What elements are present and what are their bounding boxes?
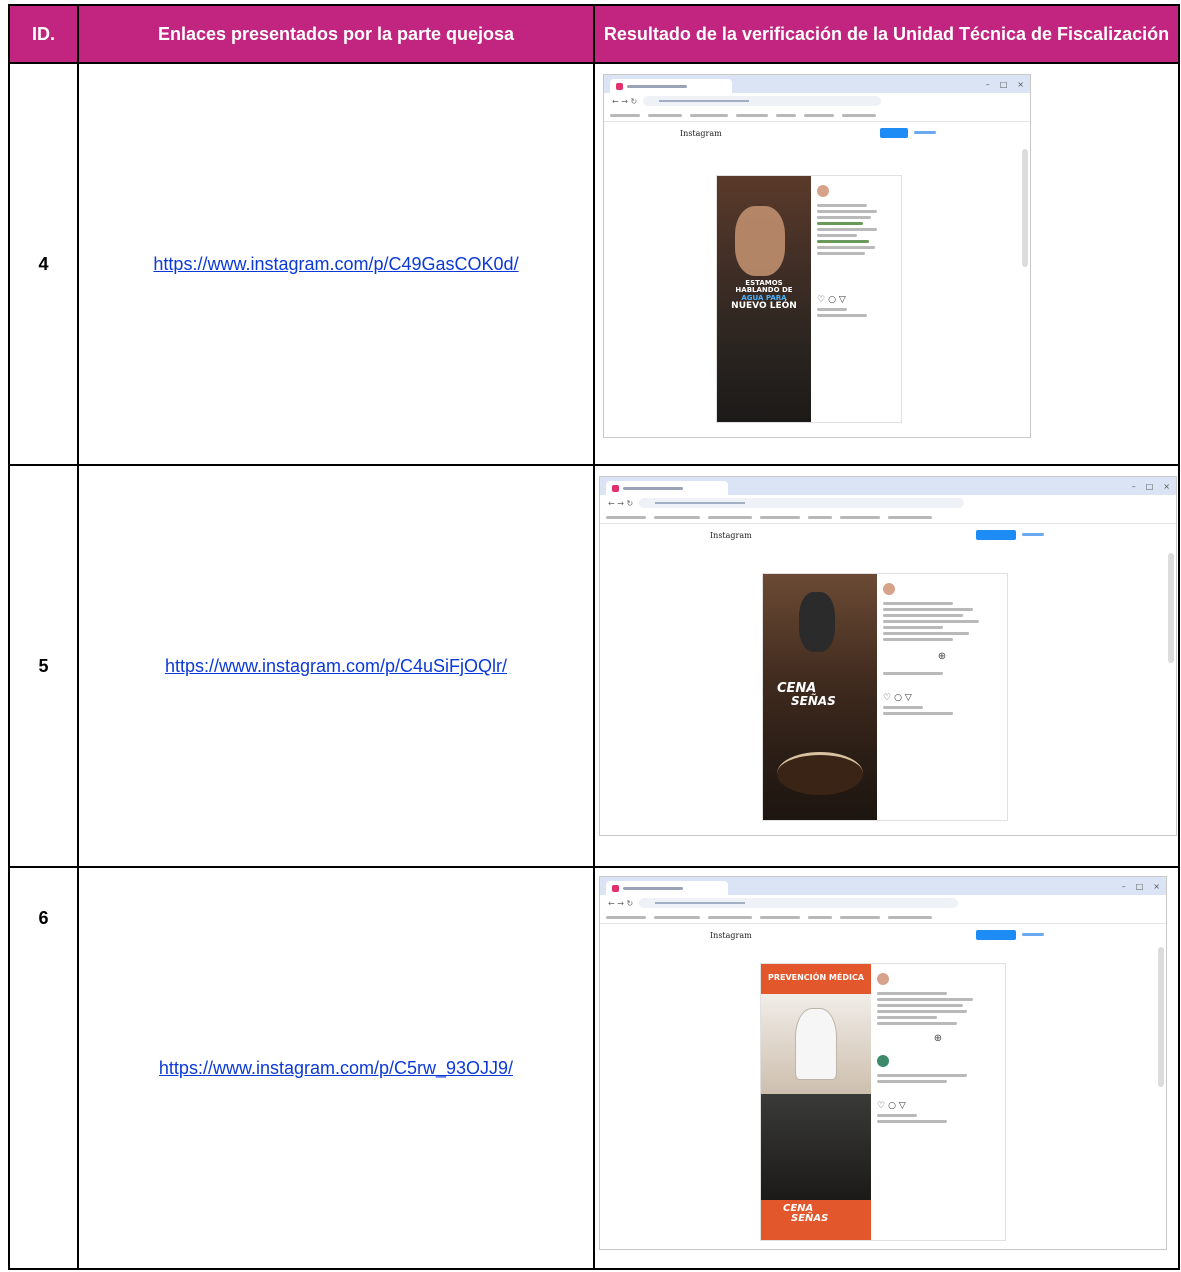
instagram-logo: Instagram [710,931,752,940]
bookmarks-bar [604,109,1030,122]
scrollbar [1158,947,1164,1087]
avatar [883,583,895,595]
address-bar: ← → ↻ [600,895,1166,911]
browser-tabbar: – □ × [604,75,1030,93]
screenshot-cell: – □ × ← → ↻ Instagram [593,464,1180,868]
address-bar: ← → ↻ [604,93,1030,109]
row-id: 4 [8,62,79,466]
post-overlay-text: CENA SEÑAS [783,1203,829,1224]
instagram-logo: Instagram [680,129,722,138]
table-row: 4 https://www.instagram.com/p/C49GasCOK0… [8,62,1180,466]
instagram-post: ESTAMOS HABLANDO DE AGUA PARA NUEVO LEÓN [716,175,902,423]
signup-link-icon [1022,933,1044,936]
browser-screenshot: – □ × ← → ↻ Instagram [599,476,1177,836]
scrollbar [1022,149,1028,267]
header-id: ID. [8,4,79,64]
avatar [877,973,889,985]
instagram-logo: Instagram [710,531,752,540]
post-sidebar: ⊕ ♡○▽ [877,574,1007,820]
instagram-header: Instagram [604,122,1030,144]
table-header-row: ID. Enlaces presentados por la parte que… [8,4,1180,64]
window-controls-icon: – □ × [1121,881,1160,891]
instagram-header: Instagram [600,924,1166,946]
post-overlay-text: ESTAMOS HABLANDO DE AGUA PARA NUEVO LEÓN [731,279,797,312]
post-image: CENA SEÑAS [763,574,877,820]
screenshot-cell: – □ × ← → ↻ Instagram [593,62,1180,466]
evidence-link[interactable]: https://www.instagram.com/p/C4uSiFjOQlr/ [165,654,507,678]
scrollbar [1168,553,1174,663]
browser-screenshot: – □ × ← → ↻ Instagram PREVENCIÓN MÉDICA … [599,876,1167,1250]
login-button-icon [976,530,1016,540]
evidence-link[interactable]: https://www.instagram.com/p/C5rw_93OJJ9/ [159,1056,513,1080]
table-row: 6 https://www.instagram.com/p/C5rw_93OJJ… [8,866,1180,1270]
window-controls-icon: – □ × [985,79,1024,89]
header-links: Enlaces presentados por la parte quejosa [77,4,595,64]
address-bar: ← → ↻ [600,495,1176,511]
header-result: Resultado de la verificación de la Unida… [593,4,1180,64]
signup-link-icon [1022,533,1044,536]
post-overlay-title: PREVENCIÓN MÉDICA [767,973,865,982]
screenshot-cell: – □ × ← → ↻ Instagram PREVENCIÓN MÉDICA … [593,866,1180,1270]
login-button-icon [880,128,908,138]
bookmarks-bar [600,911,1166,924]
signup-link-icon [914,131,936,134]
post-sidebar: ♡○▽ [811,176,901,422]
post-overlay-text: CENA SEÑAS [777,681,836,708]
instagram-favicon-icon [616,82,623,90]
instagram-header: Instagram [600,524,1176,546]
add-comment-icon: ⊕ [933,1033,943,1044]
evidence-link[interactable]: https://www.instagram.com/p/C49GasCOK0d/ [153,252,518,276]
instagram-favicon-icon [612,884,619,892]
login-button-icon [976,930,1016,940]
browser-tabbar: – □ × [600,477,1176,495]
link-cell: https://www.instagram.com/p/C5rw_93OJJ9/ [77,866,595,1270]
post-actions-icon: ♡○▽ [883,693,915,703]
add-comment-icon: ⊕ [937,651,947,662]
post-image: PREVENCIÓN MÉDICA CENA SEÑAS [761,964,871,1240]
post-sidebar: ⊕ ♡○▽ [871,964,1005,1240]
post-actions-icon: ♡○▽ [877,1101,909,1111]
bookmarks-bar [600,511,1176,524]
instagram-post: CENA SEÑAS ⊕ ♡○▽ [762,573,1008,821]
avatar [817,185,829,197]
instagram-favicon-icon [612,484,619,492]
table-row: 5 https://www.instagram.com/p/C4uSiFjOQl… [8,464,1180,868]
post-image: ESTAMOS HABLANDO DE AGUA PARA NUEVO LEÓN [717,176,811,422]
verification-table: ID. Enlaces presentados por la parte que… [8,4,1180,1270]
instagram-post: PREVENCIÓN MÉDICA CENA SEÑAS ⊕ ♡○▽ [760,963,1006,1241]
browser-tabbar: – □ × [600,877,1166,895]
row-id: 6 [8,866,79,1270]
link-cell: https://www.instagram.com/p/C49GasCOK0d/ [77,62,595,466]
link-cell: https://www.instagram.com/p/C4uSiFjOQlr/ [77,464,595,868]
row-id: 5 [8,464,79,868]
window-controls-icon: – □ × [1131,481,1170,491]
browser-screenshot: – □ × ← → ↻ Instagram [603,74,1031,438]
avatar [877,1055,889,1067]
post-actions-icon: ♡○▽ [817,295,849,305]
